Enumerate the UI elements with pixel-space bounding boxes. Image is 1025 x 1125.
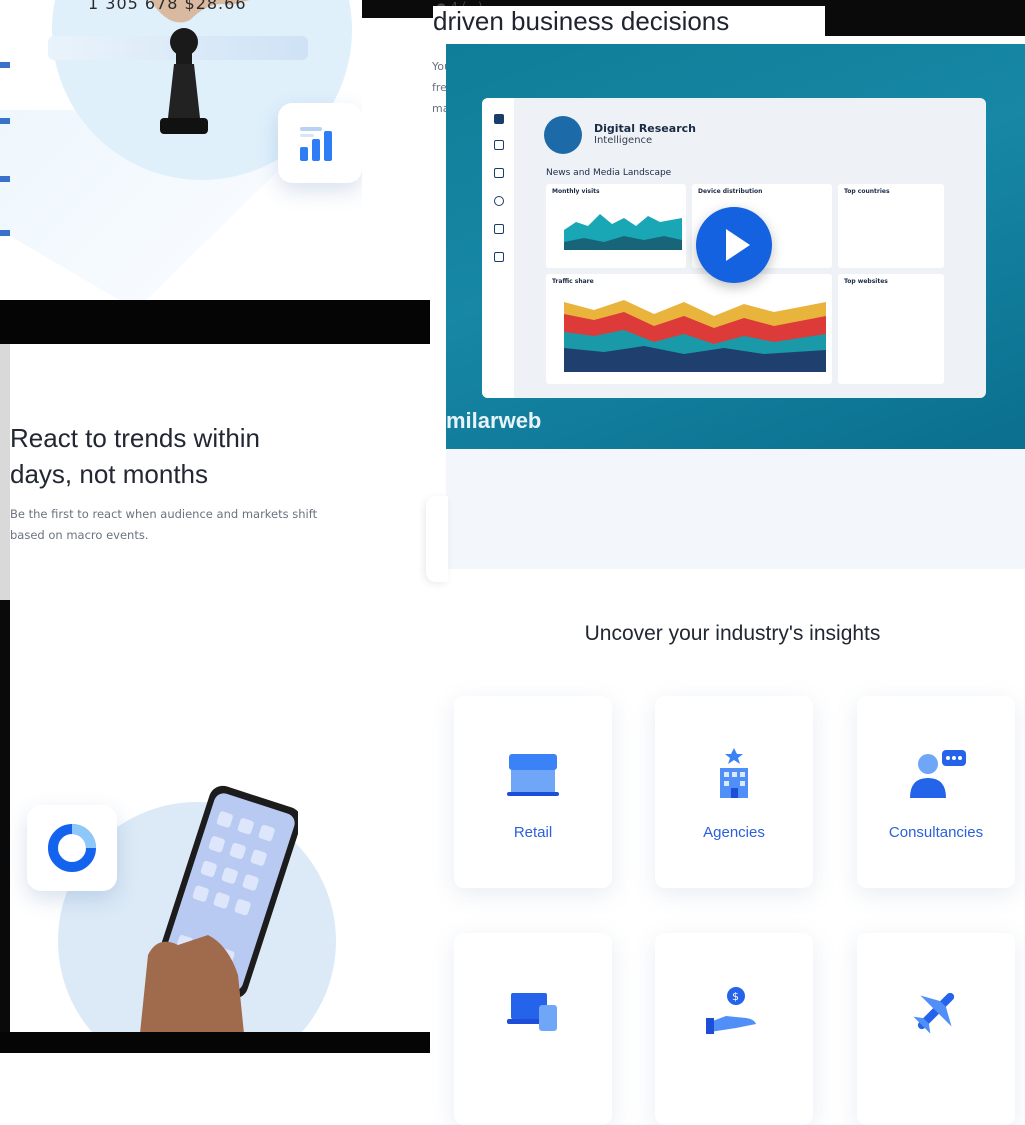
donut-chart-icon: [48, 824, 96, 872]
dashboard-logo: [544, 116, 582, 154]
feature-block: React to trends within days, not months …: [0, 420, 420, 546]
calendar-icon: [494, 140, 504, 150]
black-edge: [0, 600, 10, 1053]
tile-label: Consultancies: [888, 824, 984, 841]
panel-label: Top countries: [844, 188, 890, 195]
devices-icon: [498, 981, 568, 1041]
panel-label: Monthly visits: [552, 188, 600, 195]
panel-label: Device distribution: [698, 188, 763, 195]
stacked-area-chart-icon: [564, 300, 826, 372]
headline-text: driven business decisions: [433, 6, 730, 36]
panel-monthly-visits: Monthly visits: [546, 184, 686, 268]
consultant-icon: [901, 744, 971, 804]
top-right-dark-band: [822, 0, 1025, 36]
phone-hand-icon: [138, 785, 298, 1053]
dark-band: [0, 300, 430, 344]
row-marker: [0, 118, 10, 124]
row-marker: [0, 62, 10, 68]
chess-hand-icon: [150, 0, 250, 134]
play-button[interactable]: [696, 207, 772, 283]
industry-tile-technology[interactable]: [454, 933, 612, 1125]
building-icon: [699, 744, 769, 804]
bottom-dark-band: [0, 1032, 430, 1053]
panel-label: Traffic share: [552, 278, 594, 285]
panel-top-countries: Top countries: [838, 184, 944, 268]
storefront-icon: [498, 744, 568, 804]
dashboard-subtitle: Intelligence: [594, 135, 653, 146]
insights-heading: Uncover your industry's insights: [584, 622, 881, 645]
phone-illustration: [0, 760, 430, 1053]
video-player[interactable]: Digital Research Intelligence News and M…: [446, 44, 1025, 449]
grid-icon: [494, 168, 504, 178]
dashboard-title: Digital Research: [594, 122, 696, 135]
tile-label: Retail: [513, 824, 553, 841]
money-hand-icon: $: [699, 981, 769, 1041]
svg-text:$: $: [732, 990, 739, 1003]
area-chart-icon: [564, 214, 682, 250]
app-logo-icon: [494, 114, 504, 124]
headline-fragment: driven business decisions: [433, 6, 825, 42]
hero-chess-illustration: [0, 0, 362, 300]
industry-tile-finance[interactable]: $: [655, 933, 813, 1125]
tile-label: Agencies: [703, 824, 765, 841]
carousel-handle[interactable]: [426, 496, 448, 582]
video-brand: milarweb: [446, 408, 542, 433]
row-marker: [0, 230, 10, 236]
feature-title-line-1: React to trends within: [10, 423, 261, 453]
bar-chart-badge: [278, 103, 362, 183]
top-numbers: 1 305 678 $28.66: [88, 0, 247, 13]
panel-label: Top websites: [844, 278, 888, 285]
video-caption-area: [446, 449, 1025, 569]
feature-description: Be the first to react when audience and …: [10, 507, 318, 542]
industry-tile-retail[interactable]: Retail: [454, 696, 612, 888]
donut-chart-badge: [27, 805, 117, 891]
megaphone-icon: [494, 252, 504, 262]
dashboard-sidebar: [482, 98, 514, 398]
industry-tile-consultancies[interactable]: Consultancies: [857, 696, 1015, 888]
row-marker: [0, 176, 10, 182]
target-icon: [494, 196, 504, 206]
industry-tile-agencies[interactable]: Agencies: [655, 696, 813, 888]
bar-chart-icon: [300, 127, 332, 161]
dashboard-section-title: News and Media Landscape: [546, 168, 672, 178]
airplane-icon: [901, 981, 971, 1041]
panel-top-websites: Top websites: [838, 274, 944, 384]
panel-traffic-share: Traffic share: [546, 274, 832, 384]
hourglass-icon: [494, 224, 504, 234]
feature-title-line-2: days, not months: [10, 459, 208, 489]
industry-tile-travel[interactable]: [857, 933, 1015, 1125]
